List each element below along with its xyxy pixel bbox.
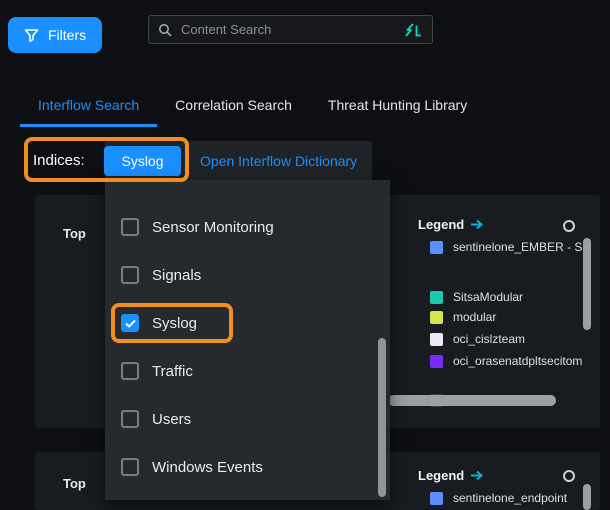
stellar-logo-icon[interactable] xyxy=(403,23,423,37)
selected-index-button[interactable]: Syslog xyxy=(104,146,181,176)
legend-swatch xyxy=(430,241,443,254)
page: Filters Interflow Search Correlation Sea… xyxy=(0,0,610,510)
dropdown-item-windows-events[interactable]: Windows Events xyxy=(105,443,390,491)
legend-arrow-icon[interactable] xyxy=(470,219,484,230)
tab-correlation-search[interactable]: Correlation Search xyxy=(157,88,310,127)
tab-interflow-search[interactable]: Interflow Search xyxy=(20,88,157,127)
dropdown-item-label: Users xyxy=(152,411,191,428)
legend-item: sentinelone_endpoint xyxy=(430,490,567,506)
legend-label: oci_orasenatdpltsecitom xyxy=(453,354,582,368)
legend-header: Legend xyxy=(418,217,484,232)
legend-label: modular xyxy=(453,310,496,324)
legend-item: oci_cislzteam xyxy=(430,331,525,347)
checkbox-users[interactable] xyxy=(121,410,139,428)
vertical-scrollbar[interactable] xyxy=(583,238,591,330)
legend-swatch xyxy=(430,333,443,346)
filters-button[interactable]: Filters xyxy=(8,17,102,53)
legend-item: SitsaModular xyxy=(430,289,523,305)
legend-title: Legend xyxy=(418,217,464,232)
legend-label: SitsaModular xyxy=(453,290,523,304)
dropdown-scrollbar[interactable] xyxy=(378,338,386,497)
tab-bar: Interflow Search Correlation Search Thre… xyxy=(20,88,485,127)
legend-item: oci_orasenatdpltsecitom xyxy=(430,353,582,369)
dropdown-item-label: Traffic xyxy=(152,363,193,380)
dropdown-item-label: Syslog xyxy=(152,315,197,332)
circle-icon[interactable] xyxy=(563,220,575,232)
legend-title: Legend xyxy=(418,468,464,483)
dropdown-item-signals[interactable]: Signals xyxy=(105,251,390,299)
dropdown-item-syslog[interactable]: Syslog xyxy=(105,299,390,347)
checkbox-sensor-monitoring[interactable] xyxy=(121,218,139,236)
indices-label: Indices: xyxy=(33,152,85,169)
legend-swatch xyxy=(430,291,443,304)
dropdown-item-sensor-monitoring[interactable]: Sensor Monitoring xyxy=(105,203,390,251)
checkbox-signals[interactable] xyxy=(121,266,139,284)
dropdown-item-traffic[interactable]: Traffic xyxy=(105,347,390,395)
filter-funnel-icon xyxy=(24,28,39,43)
content-search-box xyxy=(148,15,433,44)
dropdown-item-users[interactable]: Users xyxy=(105,395,390,443)
dropdown-item-label: Sensor Monitoring xyxy=(152,219,274,236)
legend-header: Legend xyxy=(418,468,484,483)
legend-label: sentinelone_EMBER - S xyxy=(453,240,582,254)
filters-label: Filters xyxy=(48,27,86,43)
top-label: Top xyxy=(63,476,86,491)
legend-label: oci_cislzteam xyxy=(453,332,525,346)
checkbox-syslog[interactable] xyxy=(121,314,139,332)
search-input[interactable] xyxy=(179,21,396,38)
checkbox-traffic[interactable] xyxy=(121,362,139,380)
dropdown-item-label: Signals xyxy=(152,267,201,284)
indices-dropdown: Sensor Monitoring Signals Syslog Traffic… xyxy=(105,180,390,500)
vertical-scrollbar[interactable] xyxy=(583,484,591,510)
checkbox-windows-events[interactable] xyxy=(121,458,139,476)
legend-item: sentinelone_EMBER - S xyxy=(430,239,582,255)
legend-swatch xyxy=(430,492,443,505)
dropdown-item-label: Windows Events xyxy=(152,459,263,476)
legend-arrow-icon[interactable] xyxy=(470,470,484,481)
search-icon xyxy=(158,23,172,37)
checkmark-icon xyxy=(125,319,136,328)
open-interflow-dictionary-link[interactable]: Open Interflow Dictionary xyxy=(200,153,357,169)
circle-icon[interactable] xyxy=(563,470,575,482)
legend-swatch xyxy=(430,355,443,368)
legend-swatch xyxy=(430,311,443,324)
horizontal-scrollbar[interactable] xyxy=(388,395,556,406)
tab-threat-hunting-library[interactable]: Threat Hunting Library xyxy=(310,88,485,127)
legend-item: modular xyxy=(430,309,496,325)
top-label: Top xyxy=(63,226,86,241)
legend-label: sentinelone_endpoint xyxy=(453,491,567,505)
